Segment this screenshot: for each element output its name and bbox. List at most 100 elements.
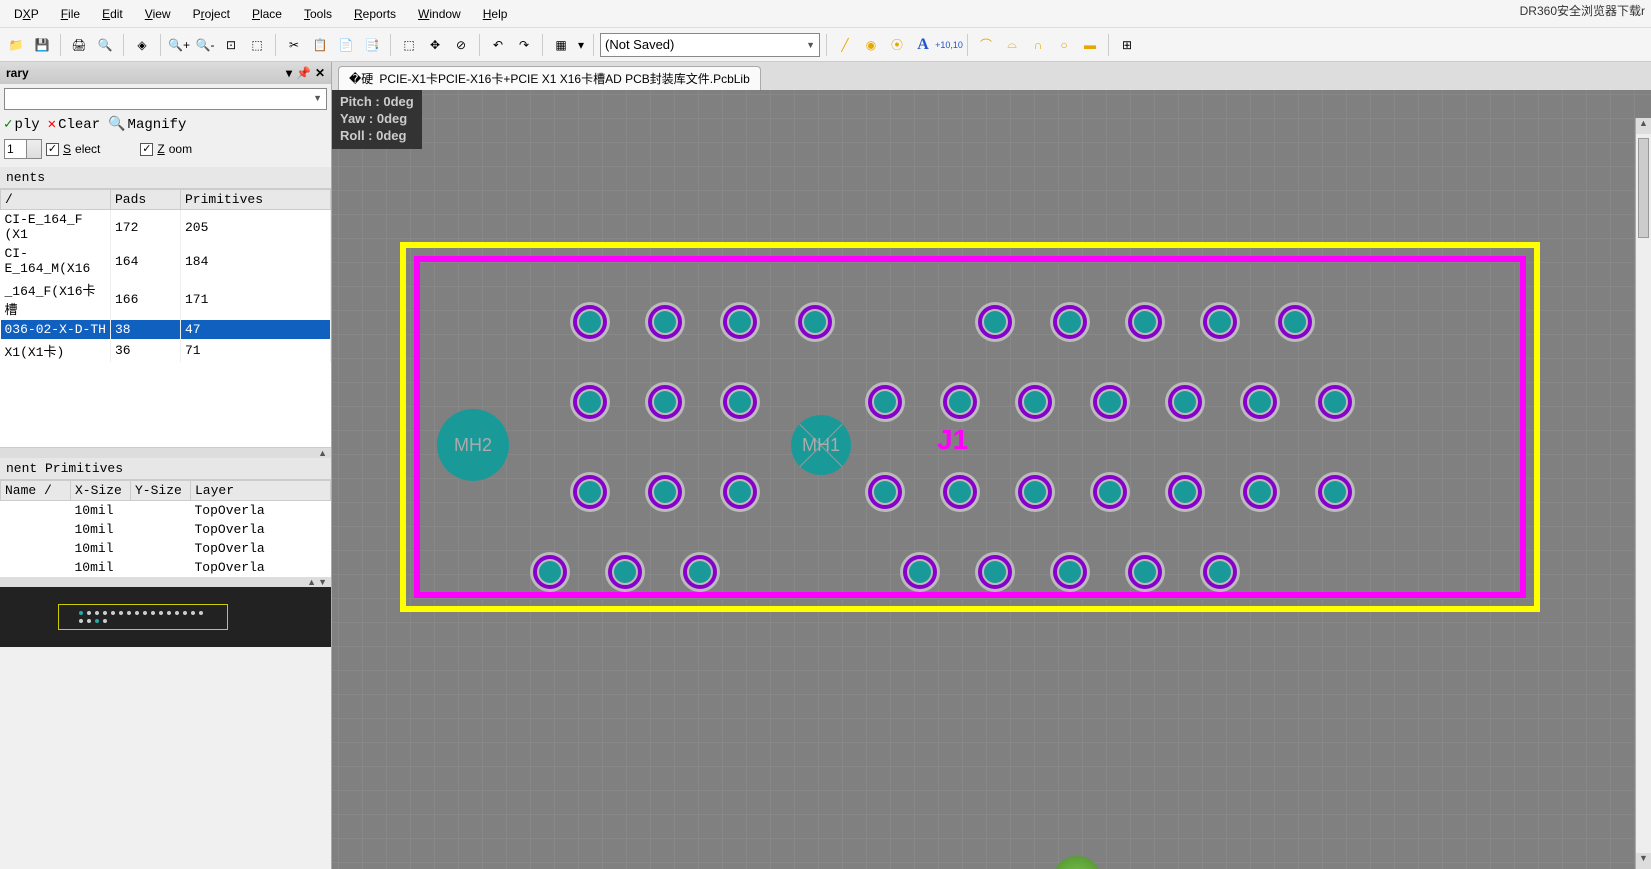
pad — [720, 472, 760, 512]
zoom-checkbox[interactable] — [140, 143, 153, 156]
copy-icon[interactable]: 📋 — [308, 33, 332, 57]
place-fill-icon[interactable]: ▬ — [1078, 33, 1102, 57]
menu-reports[interactable]: Reports — [344, 3, 406, 25]
vertical-scrollbar[interactable]: ▲ ▼ — [1635, 118, 1651, 869]
pad — [1015, 382, 1055, 422]
place-coord-icon[interactable]: +10,10 — [937, 33, 961, 57]
col-primitives[interactable]: Primitives — [181, 190, 331, 210]
snap-grid-combo[interactable]: (Not Saved) — [600, 33, 820, 57]
pad — [645, 302, 685, 342]
menu-window[interactable]: Window — [408, 3, 471, 25]
col-name[interactable]: / — [1, 190, 111, 210]
scroll-up-icon[interactable]: ▲ — [1636, 118, 1651, 134]
pin-icon[interactable]: 📌 — [296, 66, 311, 80]
splitter-2[interactable]: ▲▼ — [0, 577, 331, 587]
menu-place[interactable]: Place — [242, 3, 292, 25]
select-rect-icon[interactable]: ⬚ — [397, 33, 421, 57]
menu-file[interactable]: File — [51, 3, 90, 25]
pad — [570, 302, 610, 342]
pcb-canvas[interactable]: Pitch : 0deg Yaw : 0deg Roll : 0deg MH2 … — [332, 90, 1651, 869]
pad — [570, 472, 610, 512]
menu-tools[interactable]: Tools — [294, 3, 342, 25]
place-string-icon[interactable]: A — [911, 33, 935, 57]
component-row[interactable]: _164_F(X16卡槽166171 — [1, 278, 331, 320]
arc-center-icon[interactable]: ⌒ — [974, 33, 998, 57]
panel-dropdown-icon[interactable]: ▾ — [286, 66, 292, 80]
primitive-row[interactable]: 10milTopOverla — [1, 520, 331, 539]
place-line-icon[interactable]: ╱ — [833, 33, 857, 57]
magnify-button[interactable]: 🔍Magnify — [108, 116, 186, 133]
pcol-ysize[interactable]: Y-Size — [131, 481, 191, 501]
zoom-in-icon[interactable]: 🔍+ — [167, 33, 191, 57]
close-panel-icon[interactable]: ✕ — [315, 66, 325, 80]
pad — [680, 552, 720, 592]
clear-button[interactable]: ✕Clear — [48, 116, 100, 133]
splitter[interactable]: ▲ — [0, 448, 331, 458]
pad — [900, 552, 940, 592]
select-checkbox[interactable] — [46, 143, 59, 156]
components-header: nents — [0, 167, 331, 188]
scroll-handle[interactable] — [1638, 138, 1649, 238]
cut-icon[interactable]: ✂ — [282, 33, 306, 57]
component-row[interactable]: CI-E_164_M(X16164184 — [1, 244, 331, 278]
redo-icon[interactable]: ↷ — [512, 33, 536, 57]
pad — [1125, 302, 1165, 342]
zoom-area-icon[interactable]: ⬚ — [245, 33, 269, 57]
pcol-name[interactable]: Name / — [1, 481, 71, 501]
zoom-label: Zoom — [157, 142, 192, 156]
pcol-xsize[interactable]: X-Size — [71, 481, 131, 501]
array-paste-icon[interactable]: ⊞ — [1115, 33, 1139, 57]
layers-icon[interactable]: ◈ — [130, 33, 154, 57]
editor-area: �硬 PCIE-X1卡PCIE-X16卡+PCIE X1 X16卡槽AD PCB… — [332, 62, 1651, 869]
doc-tab-label: PCIE-X1卡PCIE-X16卡+PCIE X1 X16卡槽AD PCB封装库… — [379, 70, 749, 87]
menu-dxp[interactable]: DXP — [4, 3, 49, 25]
save-icon[interactable]: 💾 — [30, 33, 54, 57]
paste-special-icon[interactable]: 📑 — [360, 33, 384, 57]
zoom-out-icon[interactable]: 🔍- — [193, 33, 217, 57]
grid-icon[interactable]: ▦ — [549, 33, 573, 57]
primitive-row[interactable]: 10milTopOverla — [1, 558, 331, 577]
document-tab[interactable]: �硬 PCIE-X1卡PCIE-X16卡+PCIE X1 X16卡槽AD PCB… — [338, 66, 761, 90]
place-via-icon[interactable]: ⦿ — [885, 33, 909, 57]
grid-dropdown-icon[interactable]: ▾ — [575, 33, 587, 57]
pcol-layer[interactable]: Layer — [191, 481, 331, 501]
pad — [940, 472, 980, 512]
move-icon[interactable]: ✥ — [423, 33, 447, 57]
arc-any-icon[interactable]: ∩ — [1026, 33, 1050, 57]
paste-icon[interactable]: 📄 — [334, 33, 358, 57]
undo-icon[interactable]: ↶ — [486, 33, 510, 57]
pad — [1125, 552, 1165, 592]
menu-edit[interactable]: Edit — [92, 3, 133, 25]
print-icon[interactable]: 🖨 — [67, 33, 91, 57]
panel-title: rary — [6, 66, 29, 80]
components-table[interactable]: / Pads Primitives CI-E_164_F (X1172205CI… — [0, 188, 331, 448]
primitive-row[interactable]: 10milTopOverla — [1, 501, 331, 521]
mounting-hole-1: MH1 — [791, 415, 851, 475]
component-row[interactable]: X1(X1卡)3671 — [1, 339, 331, 362]
menu-view[interactable]: View — [135, 3, 181, 25]
primitive-row[interactable]: 10milTopOverla — [1, 539, 331, 558]
place-pad-icon[interactable]: ◉ — [859, 33, 883, 57]
pad — [940, 382, 980, 422]
zoom-fit-icon[interactable]: ⊡ — [219, 33, 243, 57]
col-pads[interactable]: Pads — [111, 190, 181, 210]
preview-icon[interactable]: 🔍 — [93, 33, 117, 57]
component-row[interactable]: CI-E_164_F (X1172205 — [1, 210, 331, 245]
apply-button[interactable]: ✓ply — [4, 116, 40, 133]
scroll-down-icon[interactable]: ▼ — [1636, 853, 1651, 869]
open-icon[interactable]: 📁 — [4, 33, 28, 57]
primitives-table[interactable]: Name / X-Size Y-Size Layer 10milTopOverl… — [0, 479, 331, 577]
canvas-wrap: Pitch : 0deg Yaw : 0deg Roll : 0deg MH2 … — [332, 90, 1651, 869]
menu-help[interactable]: Help — [473, 3, 518, 25]
pad — [1240, 382, 1280, 422]
mask-level-spinner[interactable]: 1 — [4, 139, 42, 159]
component-row[interactable]: 036-02-X-D-TH3847 — [1, 320, 331, 339]
pad — [975, 302, 1015, 342]
mask-combo[interactable] — [4, 88, 327, 110]
arc-edge-icon[interactable]: ⌓ — [1000, 33, 1024, 57]
deselect-icon[interactable]: ⊘ — [449, 33, 473, 57]
full-circle-icon[interactable]: ○ — [1052, 33, 1076, 57]
titlebar-fragment: DR360安全浏览器下载r — [1520, 2, 1645, 19]
menu-project[interactable]: Project — [183, 3, 240, 25]
pad — [1315, 382, 1355, 422]
